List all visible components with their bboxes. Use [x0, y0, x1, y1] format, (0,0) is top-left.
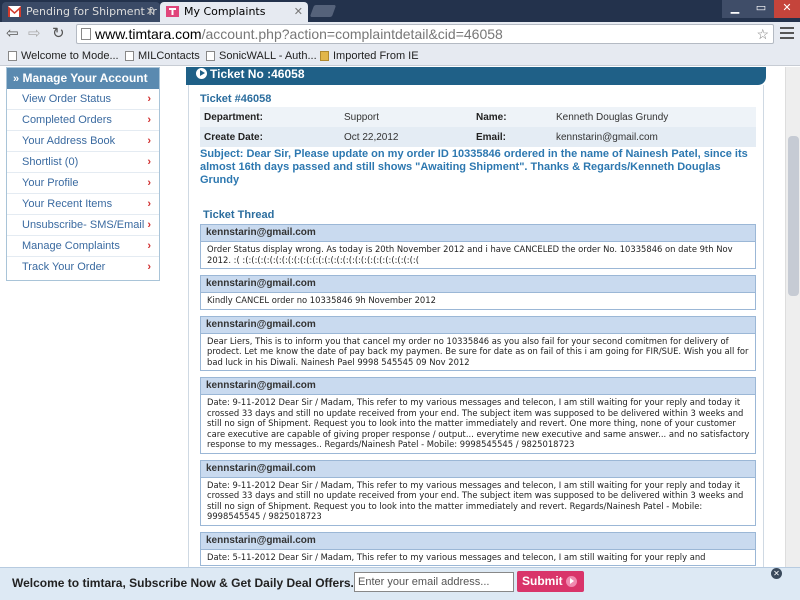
chevron-right-icon: ›	[147, 219, 151, 231]
chevron-right-icon: ›	[147, 93, 151, 105]
reload-icon[interactable]: ↻	[52, 25, 65, 41]
back-arrow-icon[interactable]: ⇦	[6, 25, 19, 41]
bookmark-folder[interactable]: Imported From IE	[320, 48, 419, 64]
name-value: Kenneth Douglas Grundy	[552, 107, 756, 127]
chevron-right-icon: ›	[147, 261, 151, 273]
message-author: kennstarin@gmail.com	[201, 378, 755, 395]
chevron-right-icon: ›	[147, 114, 151, 126]
bookmark-item[interactable]: Welcome to Mode...	[8, 48, 119, 64]
ticket-info-table: Department: Support Name: Kenneth Dougla…	[200, 107, 756, 147]
thread-message: kennstarin@gmail.com Date: 5-11-2012 Dea…	[200, 531, 756, 566]
ticket-thread: kennstarin@gmail.com Order Status displa…	[200, 224, 756, 567]
thread-title: Ticket Thread	[203, 209, 275, 221]
message-body: Date: 9-11-2012 Dear Sir / Madam, This r…	[207, 479, 744, 522]
message-author: kennstarin@gmail.com	[201, 276, 755, 293]
sidebar-item-completed-orders[interactable]: Completed Orders ›	[7, 110, 159, 131]
chevron-right-icon: ›	[147, 198, 151, 210]
close-tab-icon[interactable]: ✕	[294, 2, 303, 21]
subscribe-message: Welcome to timtara, Subscribe Now & Get …	[12, 576, 354, 590]
create-date-value: Oct 22,2012	[340, 127, 472, 147]
browser-toolbar: ⇦ ⇨ ↻ www.timtara.com/account.php?action…	[0, 22, 800, 46]
sidebar-item-track-order[interactable]: Track Your Order ›	[7, 257, 159, 278]
page-icon	[8, 51, 17, 61]
close-window-icon[interactable]: ✕	[774, 0, 800, 18]
sidebar-item-view-order-status[interactable]: View Order Status ›	[7, 89, 159, 110]
close-icon[interactable]: ✕	[771, 568, 782, 579]
message-body: Date: 5-11-2012 Dear Sir / Madam, This r…	[207, 551, 706, 562]
ticket-subject: Subject: Dear Sir, Please update on my o…	[200, 148, 748, 186]
create-date-label: Create Date:	[200, 127, 340, 147]
ticket-title: Ticket #46058	[200, 93, 272, 105]
thread-message: kennstarin@gmail.com Date: 9-11-2012 Dea…	[200, 459, 756, 526]
maximize-window-icon[interactable]: ▭	[748, 0, 774, 18]
tab-label: Pending for Shipment fr	[26, 5, 157, 18]
star-icon[interactable]: ☆	[756, 25, 769, 43]
address-bar[interactable]: www.timtara.com/account.php?action=compl…	[76, 24, 774, 44]
timtara-icon	[166, 6, 179, 17]
email-label: Email:	[472, 127, 552, 147]
menu-icon[interactable]	[780, 27, 794, 41]
sidebar-item-manage-complaints[interactable]: Manage Complaints ›	[7, 236, 159, 257]
chevron-right-icon: ›	[147, 135, 151, 147]
tab-label: My Complaints	[184, 5, 266, 18]
email-subscribe-input[interactable]	[354, 572, 514, 592]
thread-message: kennstarin@gmail.com Order Status displa…	[200, 224, 756, 269]
message-author: kennstarin@gmail.com	[201, 532, 755, 550]
sidebar-item-unsubscribe[interactable]: Unsubscribe- SMS/Email ›	[7, 215, 159, 236]
message-author: kennstarin@gmail.com	[201, 316, 755, 334]
close-tab-icon[interactable]: ✕	[146, 2, 155, 21]
message-body: Date: 9-11-2012 Dear Sir / Madam, This r…	[207, 397, 750, 449]
chevron-right-icon: ›	[147, 240, 151, 252]
page-icon	[81, 28, 91, 40]
message-body: Order Status display wrong. As today is …	[207, 244, 733, 265]
tab-my-complaints[interactable]: My Complaints ✕	[160, 2, 308, 22]
sidebar-item-recent-items[interactable]: Your Recent Items ›	[7, 194, 159, 215]
message-body: Dear Liers, This is to inform you that c…	[207, 335, 749, 367]
sidebar-item-profile[interactable]: Your Profile ›	[7, 173, 159, 194]
ticket-header-bar: Ticket No :46058	[186, 67, 766, 85]
message-author: kennstarin@gmail.com	[201, 460, 755, 478]
chevron-right-icon: ›	[147, 177, 151, 189]
folder-icon	[320, 51, 329, 61]
forward-arrow-icon[interactable]: ⇨	[28, 25, 41, 41]
scrollbar-thumb[interactable]	[788, 136, 799, 296]
play-bullet-icon	[196, 68, 207, 79]
minimize-window-icon[interactable]: ▁	[722, 0, 748, 18]
arrow-right-icon	[566, 576, 577, 587]
chevron-right-icon: ›	[147, 156, 151, 168]
tab-pending-shipment[interactable]: Pending for Shipment fr ✕	[2, 2, 160, 22]
bookmark-item[interactable]: SonicWALL - Auth...	[206, 48, 317, 64]
sidebar-item-shortlist[interactable]: Shortlist (0) ›	[7, 152, 159, 173]
page-icon	[206, 51, 215, 61]
department-value: Support	[340, 107, 472, 127]
thread-message: kennstarin@gmail.com Kindly CANCEL order…	[200, 275, 756, 310]
browser-tab-bar: Pending for Shipment fr ✕ My Complaints …	[0, 0, 800, 22]
department-label: Department:	[200, 107, 340, 127]
email-value: kennstarin@gmail.com	[552, 127, 756, 147]
submit-button[interactable]: Submit	[517, 571, 584, 592]
gmail-icon	[8, 6, 21, 17]
url-path: /account.php?action=complaintdetail&cid=…	[201, 26, 503, 42]
message-body: Kindly CANCEL order no 10335846 9h Novem…	[207, 295, 436, 305]
new-tab-button[interactable]	[309, 5, 337, 17]
chevron-right-icon: »	[13, 73, 20, 85]
page-icon	[125, 51, 134, 61]
bookmark-item[interactable]: MILContacts	[125, 48, 200, 64]
bookmarks-bar: Welcome to Mode... MILContacts SonicWALL…	[0, 46, 800, 66]
thread-message: kennstarin@gmail.com Date: 9-11-2012 Dea…	[200, 377, 756, 454]
thread-message: kennstarin@gmail.com Dear Liers, This is…	[200, 315, 756, 371]
url-domain: www.timtara.com	[95, 26, 202, 42]
subscribe-bar: Welcome to timtara, Subscribe Now & Get …	[0, 567, 800, 600]
sidebar-item-address-book[interactable]: Your Address Book ›	[7, 131, 159, 152]
message-author: kennstarin@gmail.com	[201, 225, 755, 242]
sidebar-title: » Manage Your Account	[7, 68, 159, 89]
account-sidebar: » Manage Your Account View Order Status ›…	[6, 67, 160, 281]
name-label: Name:	[472, 107, 552, 127]
page-scrollbar[interactable]	[785, 67, 800, 567]
page-viewport: » Manage Your Account View Order Status ›…	[0, 67, 785, 567]
ticket-detail: Ticket #46058 Department: Support Name: …	[188, 85, 764, 567]
